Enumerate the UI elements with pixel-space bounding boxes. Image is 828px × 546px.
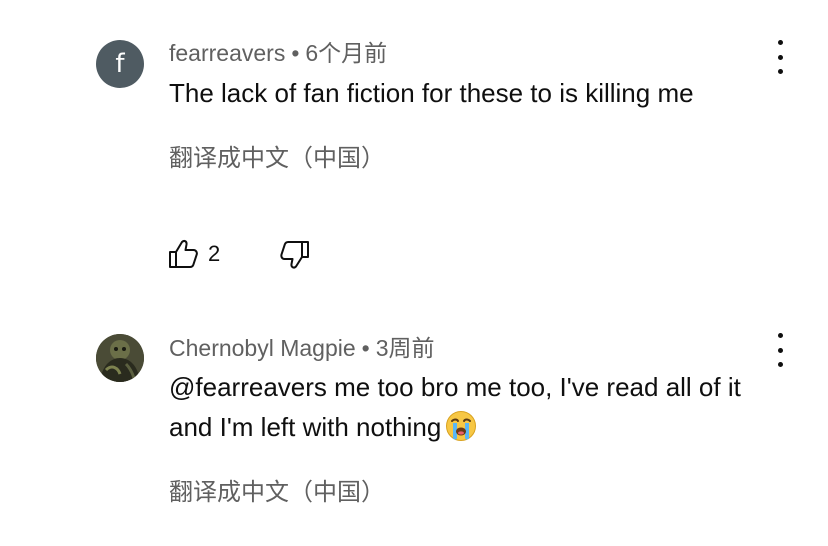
avatar[interactable] bbox=[96, 334, 144, 382]
avatar-letter: f bbox=[115, 49, 125, 79]
more-options-button[interactable] bbox=[766, 40, 794, 74]
thumbs-up-icon bbox=[169, 239, 198, 268]
comment-meta: fearreavers • 6个月前 bbox=[169, 39, 387, 67]
comment-author[interactable]: fearreavers bbox=[169, 40, 285, 66]
comment-text: The lack of fan fiction for these to is … bbox=[169, 78, 694, 108]
thumbs-down-icon bbox=[280, 241, 309, 269]
translate-button[interactable]: 翻译成中文（中国） bbox=[169, 142, 385, 174]
comment-time[interactable]: 6个月前 bbox=[305, 40, 387, 66]
meta-separator: • bbox=[361, 335, 370, 361]
avatar-image bbox=[96, 334, 144, 382]
like-count: 2 bbox=[208, 241, 221, 266]
comment-text: @fearreavers me too bro me too, I've rea… bbox=[169, 367, 769, 453]
comment-meta: Chernobyl Magpie • 3周前 bbox=[169, 334, 435, 362]
avatar[interactable]: f bbox=[96, 40, 144, 88]
more-options-button[interactable] bbox=[766, 333, 794, 367]
dislike-button[interactable] bbox=[280, 238, 314, 270]
comment-time[interactable]: 3周前 bbox=[376, 335, 435, 361]
meta-separator: • bbox=[291, 40, 300, 66]
comment-author[interactable]: Chernobyl Magpie bbox=[169, 335, 356, 361]
like-button[interactable] bbox=[166, 238, 202, 270]
more-vertical-icon bbox=[777, 333, 783, 338]
more-vertical-icon bbox=[777, 40, 783, 45]
translate-button[interactable]: 翻译成中文（中国） bbox=[169, 476, 385, 508]
crying-face-emoji bbox=[445, 410, 477, 453]
